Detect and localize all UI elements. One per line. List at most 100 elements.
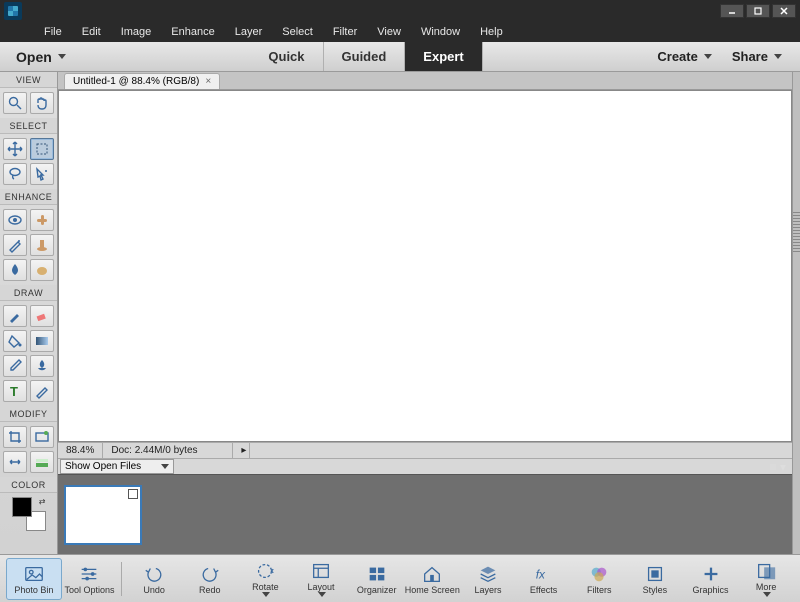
menu-select[interactable]: Select <box>272 24 323 40</box>
tool-options-button[interactable]: Tool Options <box>62 558 118 600</box>
hand-tool[interactable] <box>30 92 54 114</box>
chevron-down-icon <box>161 464 169 469</box>
document-tab-label: Untitled-1 @ 88.4% (RGB/8) <box>73 76 199 87</box>
zoom-tool[interactable] <box>3 92 27 114</box>
separator <box>121 562 122 596</box>
photobin-menu-button[interactable]: ≡ ▾ <box>770 460 792 474</box>
menu-layer[interactable]: Layer <box>225 24 273 40</box>
sponge-tool[interactable] <box>30 259 54 281</box>
menu-enhance[interactable]: Enhance <box>161 24 224 40</box>
status-bar: 88.4% Doc: 2.44M/0 bytes ▸ <box>58 442 792 458</box>
menu-image[interactable]: Image <box>111 24 162 40</box>
svg-text:fx: fx <box>535 567 545 581</box>
pencil-tool[interactable] <box>30 380 54 402</box>
organizer-button[interactable]: Organizer <box>349 558 405 600</box>
sliders-icon <box>78 563 100 585</box>
eraser-tool[interactable] <box>30 305 54 327</box>
bottombar: Photo Bin Tool Options Undo Redo Rotate … <box>0 554 800 602</box>
rotate-button[interactable]: Rotate <box>238 558 294 600</box>
menu-edit[interactable]: Edit <box>72 24 111 40</box>
recompose-tool[interactable] <box>30 426 54 448</box>
fill-tool[interactable] <box>3 330 27 352</box>
eyedropper-tool[interactable] <box>3 355 27 377</box>
status-zoom[interactable]: 88.4% <box>58 443 103 458</box>
content-move-tool[interactable] <box>3 451 27 473</box>
smart-brush-tool[interactable] <box>3 234 27 256</box>
create-button[interactable]: Create <box>651 49 717 64</box>
photobin <box>58 474 792 554</box>
photobin-thumbnail[interactable] <box>64 485 142 545</box>
chevron-down-icon <box>774 54 782 59</box>
spot-heal-tool[interactable] <box>30 209 54 231</box>
graphics-button[interactable]: Graphics <box>683 558 739 600</box>
chevron-down-icon <box>318 592 326 597</box>
move-tool[interactable] <box>3 138 27 160</box>
status-arrow-icon[interactable]: ▸ <box>233 443 250 458</box>
color-swatch[interactable]: ⇄ <box>12 497 46 531</box>
layers-icon <box>477 563 499 585</box>
styles-button[interactable]: Styles <box>627 558 683 600</box>
filters-icon <box>588 563 610 585</box>
canvas[interactable] <box>58 90 792 442</box>
workspace: Untitled-1 @ 88.4% (RGB/8) × 88.4% Doc: … <box>58 72 792 554</box>
right-panel-collapsed[interactable] <box>792 72 800 554</box>
undo-button[interactable]: Undo <box>126 558 182 600</box>
toolbox-section-draw: DRAW <box>0 285 57 301</box>
fx-icon: fx <box>533 563 555 585</box>
marquee-tool[interactable] <box>30 138 54 160</box>
home-icon <box>421 563 443 585</box>
toolbox-section-modify: MODIFY <box>0 406 57 422</box>
straighten-tool[interactable] <box>30 451 54 473</box>
close-icon[interactable]: × <box>205 76 211 87</box>
chevron-down-icon <box>58 54 66 59</box>
effects-button[interactable]: fx Effects <box>516 558 572 600</box>
gradient-tool[interactable] <box>30 330 54 352</box>
chevron-down-icon <box>763 592 771 597</box>
home-screen-button[interactable]: Home Screen <box>405 558 461 600</box>
redo-button[interactable]: Redo <box>182 558 238 600</box>
tab-guided[interactable]: Guided <box>324 42 406 71</box>
status-doc-info[interactable]: Doc: 2.44M/0 bytes <box>103 443 233 458</box>
main: VIEW SELECT ENHANCE DRAW <box>0 72 800 554</box>
quick-select-tool[interactable] <box>30 163 54 185</box>
share-button[interactable]: Share <box>726 49 788 64</box>
crop-tool[interactable] <box>3 426 27 448</box>
menu-view[interactable]: View <box>367 24 411 40</box>
modebar: Open Quick Guided Expert Create Share <box>0 42 800 72</box>
more-button[interactable]: More <box>738 558 794 600</box>
menu-help[interactable]: Help <box>470 24 513 40</box>
image-icon <box>23 563 45 585</box>
panels-icon <box>755 560 777 582</box>
menu-file[interactable]: File <box>34 24 72 40</box>
tab-expert[interactable]: Expert <box>405 42 482 71</box>
filters-button[interactable]: Filters <box>571 558 627 600</box>
foreground-color[interactable] <box>12 497 32 517</box>
layout-button[interactable]: Layout <box>293 558 349 600</box>
lasso-tool[interactable] <box>3 163 27 185</box>
menu-window[interactable]: Window <box>411 24 470 40</box>
maximize-button[interactable] <box>746 4 770 18</box>
plus-icon <box>700 563 722 585</box>
minimize-button[interactable] <box>720 4 744 18</box>
clone-stamp-tool[interactable] <box>30 234 54 256</box>
menu-filter[interactable]: Filter <box>323 24 367 40</box>
layout-icon <box>310 560 332 582</box>
redeye-tool[interactable] <box>3 209 27 231</box>
shape-tool[interactable] <box>30 355 54 377</box>
photo-bin-button[interactable]: Photo Bin <box>6 558 62 600</box>
open-button[interactable]: Open <box>0 49 82 65</box>
blur-tool[interactable] <box>3 259 27 281</box>
redo-icon <box>199 563 221 585</box>
type-tool[interactable]: T <box>3 380 27 402</box>
photobin-dropdown[interactable]: Show Open Files <box>60 459 174 474</box>
menubar: File Edit Image Enhance Layer Select Fil… <box>0 22 800 42</box>
chevron-down-icon <box>262 592 270 597</box>
document-tab[interactable]: Untitled-1 @ 88.4% (RGB/8) × <box>64 73 220 89</box>
swap-colors-icon[interactable]: ⇄ <box>39 497 46 506</box>
canvas-area <box>58 90 792 442</box>
layers-button[interactable]: Layers <box>460 558 516 600</box>
toolbox-section-color: COLOR <box>0 477 57 493</box>
tab-quick[interactable]: Quick <box>250 42 323 71</box>
close-button[interactable] <box>772 4 796 18</box>
brush-tool[interactable] <box>3 305 27 327</box>
